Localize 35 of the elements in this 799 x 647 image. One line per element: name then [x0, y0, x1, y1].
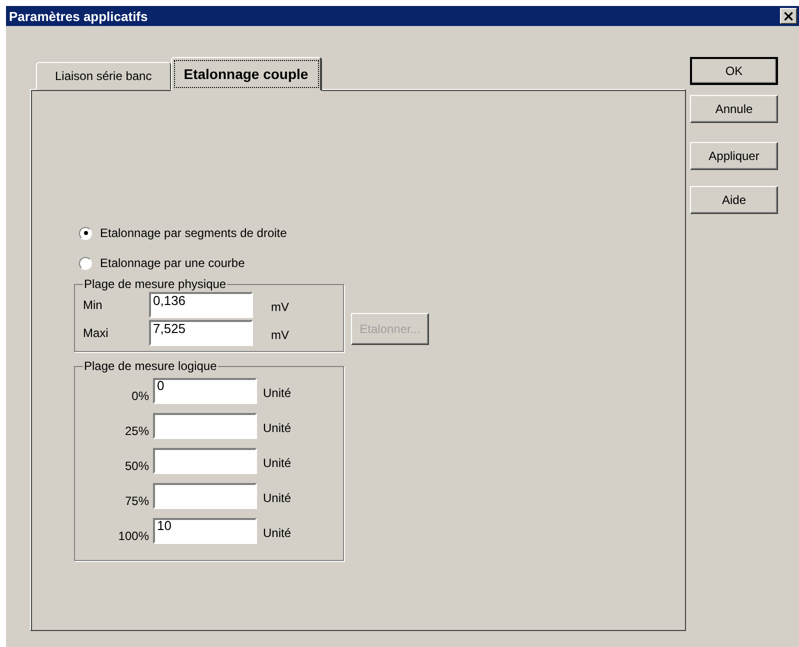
input-field[interactable] — [153, 448, 257, 474]
tab[interactable]: Etalonnage couple — [170, 57, 322, 91]
input-field[interactable]: 10 — [153, 518, 257, 544]
input-field[interactable]: 0 — [153, 378, 257, 404]
input-field[interactable]: 7,525 — [149, 320, 253, 346]
dialog-button[interactable]: Aide — [690, 186, 778, 214]
tab[interactable]: Liaison série banc — [36, 62, 171, 90]
group-title: Plage de mesure physique — [83, 277, 228, 291]
group-title: Plage de mesure logique — [83, 359, 218, 373]
unit-label: mV — [271, 299, 289, 314]
field-label: 50% — [124, 458, 150, 472]
field-label: 75% — [124, 492, 150, 508]
unit-label: Unité — [263, 454, 292, 470]
dialog-button[interactable]: Appliquer — [690, 142, 778, 170]
unit-label: Unité — [263, 490, 292, 504]
dialog-button[interactable]: Annule — [690, 95, 778, 123]
radio-button[interactable] — [79, 226, 92, 240]
field-label: Min — [83, 298, 104, 312]
field-label: 0% — [130, 388, 150, 402]
window-title: Paramètres applicatifs — [9, 8, 148, 24]
input-field[interactable] — [153, 482, 257, 508]
radio-button[interactable] — [79, 256, 92, 270]
input-field[interactable] — [153, 412, 257, 438]
unit-label: Unité — [263, 420, 292, 434]
close-button[interactable]: × — [780, 8, 797, 24]
unit-label: Unité — [263, 384, 292, 400]
radio-label[interactable]: Etalonnage par segments de droite — [100, 226, 287, 240]
unit-label: Unité — [263, 524, 292, 540]
radio-label[interactable]: Etalonnage par une courbe — [100, 256, 245, 270]
input-field[interactable]: 0,136 — [149, 292, 253, 318]
unit-label: mV — [271, 327, 289, 342]
field-label: Maxi — [83, 326, 110, 340]
field-label: 100% — [117, 528, 150, 542]
field-label: 25% — [124, 422, 150, 438]
dialog-button[interactable]: OK — [690, 57, 778, 85]
